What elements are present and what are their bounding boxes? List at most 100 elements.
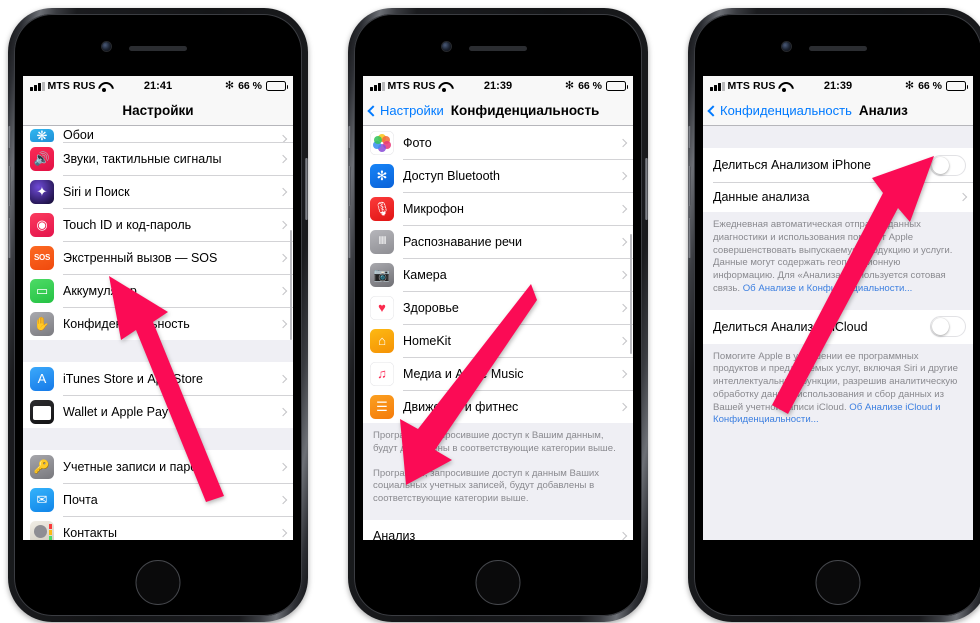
privacy-list[interactable]: Фото ✻ Доступ Bluetooth 🎙 Микрофон ⦀⦀ Ра… <box>363 126 633 540</box>
sidebar-item-privacy[interactable]: ✋ Конфиденциальность <box>23 307 293 340</box>
power-button[interactable] <box>305 158 308 220</box>
row-label: Микрофон <box>403 201 464 216</box>
clock-label: 21:39 <box>823 80 853 92</box>
mute-switch[interactable] <box>8 126 11 148</box>
wallet-cards-art <box>33 405 51 420</box>
group-separator <box>23 340 293 362</box>
signal-bars-icon <box>370 81 385 91</box>
settings-list[interactable]: ❋ Обои 🔊 Звуки, тактильные сигналы ✦ Sir… <box>23 126 293 540</box>
bluetooth-icon: ✻ <box>370 163 394 188</box>
wifi-icon <box>438 81 450 92</box>
sidebar-item-photos[interactable]: Фото <box>363 126 633 159</box>
sidebar-item-accounts[interactable]: 🔑 Учетные записи и пароли <box>23 450 293 483</box>
sidebar-item-bluetooth[interactable]: ✻ Доступ Bluetooth <box>363 159 633 192</box>
row-label: Движение и фитнес <box>403 399 519 414</box>
power-button[interactable] <box>645 158 648 220</box>
row-share-iphone-analytics[interactable]: Делиться Анализом iPhone <box>703 148 973 182</box>
sidebar-item-homekit[interactable]: ⌂ HomeKit <box>363 324 633 357</box>
status-right: ✻ 66 % <box>225 80 288 92</box>
mute-switch[interactable] <box>348 126 351 148</box>
phone-analytics: MTS RUS 21:39 ✻ 66 % Конфиденциальность … <box>688 8 980 622</box>
group-separator <box>703 297 973 310</box>
status-bar: MTS RUS 21:41 ✻ 66 % <box>23 76 293 96</box>
sidebar-item-media-music[interactable]: ♫ Медиа и Apple Music <box>363 357 633 390</box>
front-camera-icon <box>782 42 791 51</box>
bluetooth-icon: ✻ <box>904 79 915 92</box>
scrollbar[interactable] <box>629 234 632 354</box>
sidebar-item-microphone[interactable]: 🎙 Микрофон <box>363 192 633 225</box>
app-store-icon: A <box>30 366 54 391</box>
sidebar-item-health[interactable]: ♥ Здоровье <box>363 291 633 324</box>
privacy-hand-icon: ✋ <box>30 311 54 336</box>
home-button[interactable] <box>815 560 861 605</box>
sidebar-item-camera[interactable]: 📷 Камера <box>363 258 633 291</box>
sidebar-item-wallpaper[interactable]: ❋ Обои <box>23 126 293 144</box>
chevron-right-icon <box>618 138 628 147</box>
screen-settings: MTS RUS 21:41 ✻ 66 % Настройки ❋ Обои 🔊 … <box>23 76 293 540</box>
analytics-list[interactable]: Делиться Анализом iPhone Данные анализа … <box>703 126 973 540</box>
sidebar-item-speech[interactable]: ⦀⦀ Распознавание речи <box>363 225 633 258</box>
row-label: Доступ Bluetooth <box>403 168 500 183</box>
sidebar-item-wallet[interactable]: Wallet и Apple Pay <box>23 395 293 428</box>
contacts-art <box>30 521 54 540</box>
volume-up-button[interactable] <box>8 166 11 206</box>
footnote-link[interactable]: Об Анализе и Конфиденциальности... <box>743 283 913 294</box>
sidebar-item-analytics[interactable]: Анализ <box>363 519 633 540</box>
mail-icon: ✉ <box>30 487 54 512</box>
screen-analytics: MTS RUS 21:39 ✻ 66 % Конфиденциальность … <box>703 76 973 540</box>
analytics-footnote-1: Ежедневная автоматическая отправка данны… <box>703 212 973 298</box>
mute-switch[interactable] <box>688 126 691 148</box>
sidebar-item-sos[interactable]: SOS Экстренный вызов — SOS <box>23 241 293 274</box>
chevron-left-icon <box>367 104 379 117</box>
volume-down-button[interactable] <box>348 218 351 258</box>
chevron-right-icon <box>278 253 288 262</box>
carrier-label: MTS RUS <box>727 80 776 92</box>
home-button[interactable] <box>135 560 181 605</box>
scrollbar[interactable] <box>289 230 292 340</box>
earpiece-speaker <box>469 46 527 51</box>
sidebar-item-itunes-store[interactable]: A iTunes Store и App Store <box>23 362 293 395</box>
battery-percent-label: 66 % <box>918 80 942 92</box>
home-button[interactable] <box>475 560 521 605</box>
privacy-footnote-1: Программы, запросившие доступ к Вашим да… <box>363 423 633 458</box>
chevron-right-icon <box>618 402 628 411</box>
row-label: Делиться Анализом iPhone <box>713 158 872 172</box>
back-button[interactable]: Настройки <box>367 103 444 118</box>
wifi-icon <box>778 81 790 92</box>
share-iphone-analytics-toggle[interactable] <box>930 154 966 176</box>
chevron-right-icon <box>618 204 628 213</box>
accounts-key-icon: 🔑 <box>30 454 54 479</box>
row-label: Анализ <box>373 529 416 540</box>
row-label: Здоровье <box>403 300 459 315</box>
sidebar-item-mail[interactable]: ✉ Почта <box>23 483 293 516</box>
volume-down-button[interactable] <box>688 218 691 258</box>
row-analytics-data[interactable]: Данные анализа <box>703 182 973 212</box>
chevron-right-icon <box>278 495 288 504</box>
sidebar-item-contacts[interactable]: Контакты <box>23 516 293 540</box>
front-camera-icon <box>102 42 111 51</box>
health-heart-icon: ♥ <box>370 295 394 320</box>
back-button[interactable]: Конфиденциальность <box>707 103 852 118</box>
chevron-right-icon <box>958 192 968 202</box>
privacy-footnote-2: Программы, запросившие доступ к данным В… <box>363 457 633 508</box>
row-label: Siri и Поиск <box>63 184 130 199</box>
touchid-icon: ◉ <box>30 212 54 237</box>
chevron-right-icon <box>278 154 288 163</box>
row-label: Конфиденциальность <box>63 316 190 331</box>
sidebar-item-battery[interactable]: ▭ Аккумулятор <box>23 274 293 307</box>
nav-bar: Настройки Конфиденциальность <box>363 96 633 126</box>
sidebar-item-motion-fitness[interactable]: ☰ Движение и фитнес <box>363 390 633 423</box>
share-icloud-analytics-toggle[interactable] <box>930 316 966 337</box>
sidebar-item-sounds[interactable]: 🔊 Звуки, тактильные сигналы <box>23 142 293 175</box>
chevron-left-icon <box>707 104 719 117</box>
sidebar-item-siri[interactable]: ✦ Siri и Поиск <box>23 175 293 208</box>
row-share-icloud-analytics[interactable]: Делиться Анализом iCloud <box>703 309 973 344</box>
sidebar-item-touchid[interactable]: ◉ Touch ID и код-пароль <box>23 208 293 241</box>
chevron-right-icon <box>618 303 628 312</box>
volume-up-button[interactable] <box>348 166 351 206</box>
row-label: Экстренный вызов — SOS <box>63 250 218 265</box>
battery-icon <box>266 81 288 91</box>
volume-down-button[interactable] <box>8 218 11 258</box>
privacy-bottom-group: Анализ Реклама <box>363 519 633 540</box>
volume-up-button[interactable] <box>688 166 691 206</box>
